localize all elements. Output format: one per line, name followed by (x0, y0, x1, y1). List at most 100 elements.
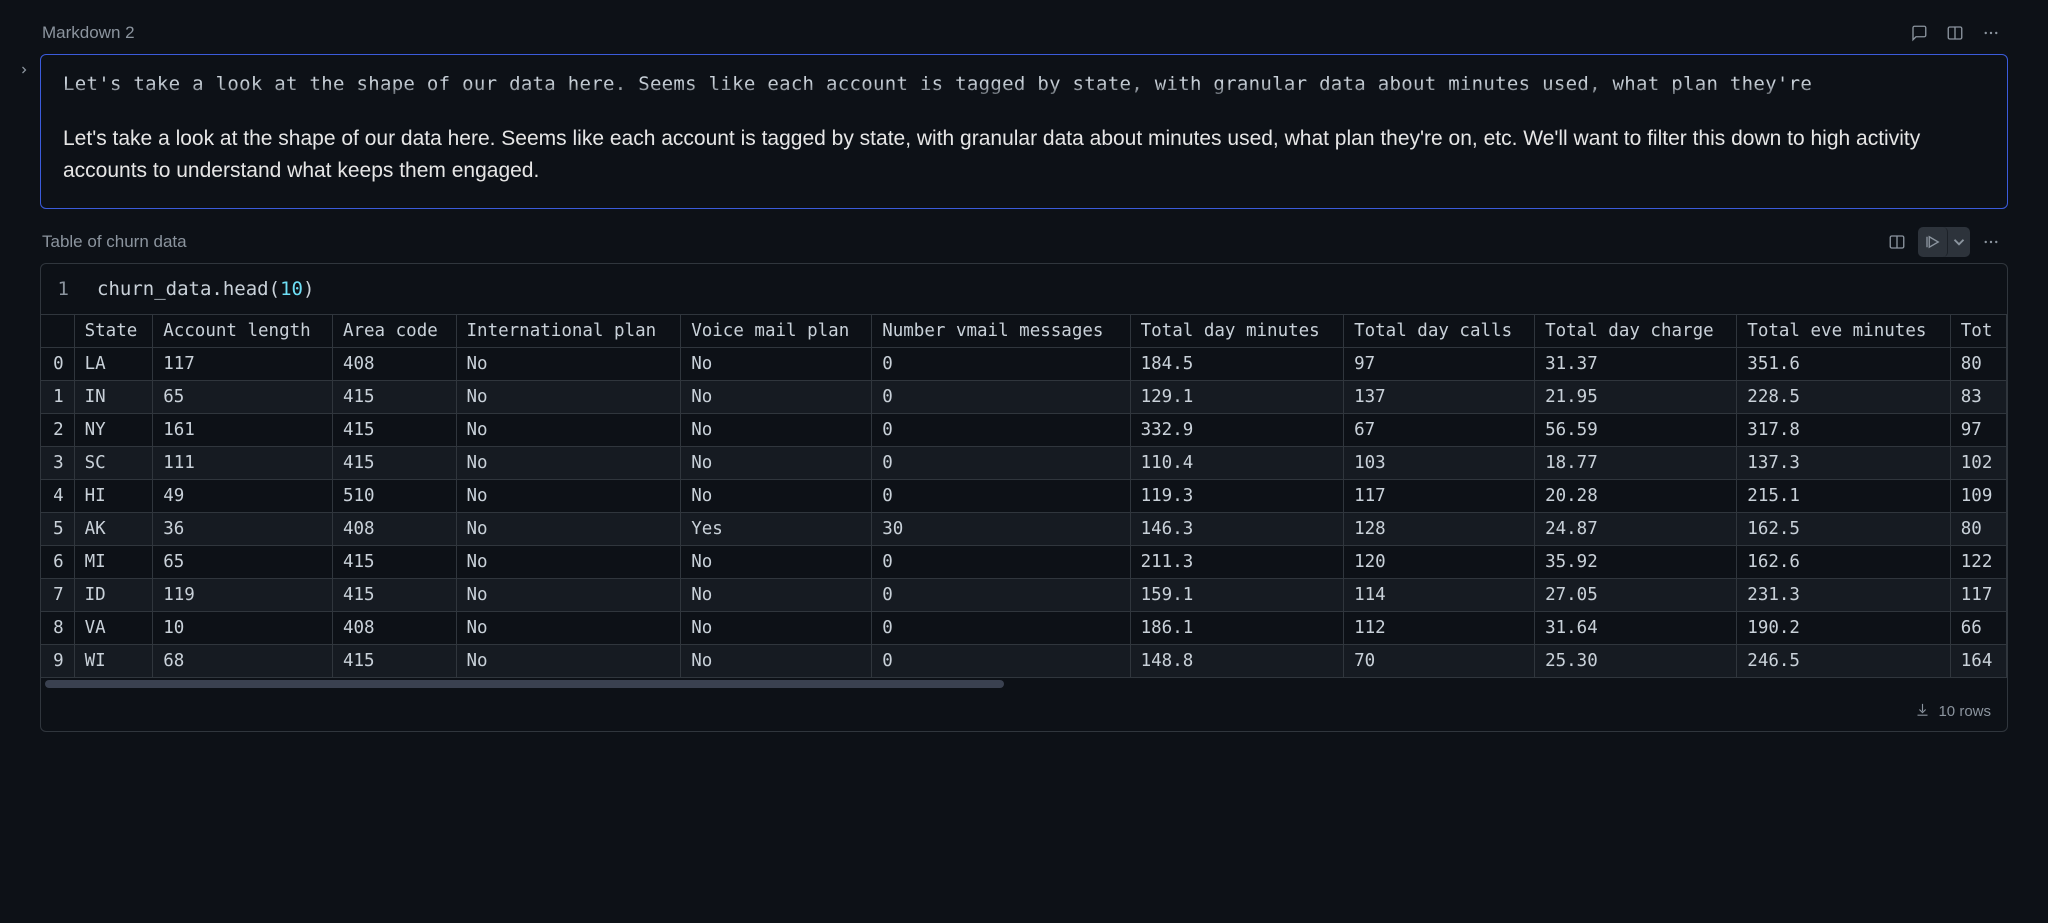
table-row: 4HI49510NoNo0119.311720.28215.1109 (41, 480, 2007, 513)
table-cell: No (681, 645, 872, 678)
table-cell: 0 (872, 480, 1130, 513)
table-cell: 122 (1950, 546, 2006, 579)
run-cell-button[interactable] (1918, 227, 1948, 257)
table-cell: 31.64 (1535, 612, 1737, 645)
table-cell: 161 (153, 414, 333, 447)
table-cell: 65 (153, 381, 333, 414)
table-corner (41, 315, 74, 348)
dataframe-footer: 10 rows (41, 694, 2007, 731)
table-cell: 415 (332, 414, 456, 447)
code-editor[interactable]: 1 churn_data.head(10) (41, 264, 2007, 314)
row-index: 2 (41, 414, 74, 447)
markdown-cell-body[interactable]: Let's take a look at the shape of our da… (40, 54, 2008, 209)
table-row: 9WI68415NoNo0148.87025.30246.5164 (41, 645, 2007, 678)
table-cell: No (456, 645, 681, 678)
column-header[interactable]: Total day charge (1535, 315, 1737, 348)
table-cell: 162.6 (1737, 546, 1950, 579)
table-cell: No (456, 579, 681, 612)
table-cell: 0 (872, 348, 1130, 381)
table-cell: IN (74, 381, 153, 414)
table-cell: 0 (872, 546, 1130, 579)
column-header[interactable]: Area code (332, 315, 456, 348)
table-cell: No (456, 546, 681, 579)
horizontal-scrollbar[interactable] (45, 680, 2003, 690)
table-cell: HI (74, 480, 153, 513)
more-menu-button[interactable] (1976, 227, 2006, 257)
column-header[interactable]: Total eve minutes (1737, 315, 1950, 348)
table-cell: No (681, 447, 872, 480)
table-cell: 10 (153, 612, 333, 645)
code-cell: Table of churn data (40, 223, 2008, 732)
row-count: 10 rows (1938, 703, 1991, 720)
scrollbar-thumb[interactable] (45, 680, 1004, 688)
table-cell: 66 (1950, 612, 2006, 645)
table-cell: 146.3 (1130, 513, 1343, 546)
column-header[interactable]: Account length (153, 315, 333, 348)
split-view-button[interactable] (1882, 227, 1912, 257)
run-menu-button[interactable] (1948, 227, 1970, 257)
table-cell: 415 (332, 381, 456, 414)
table-cell: 49 (153, 480, 333, 513)
table-cell: 80 (1950, 348, 2006, 381)
table-cell: ID (74, 579, 153, 612)
table-row: 5AK36408NoYes30146.312824.87162.580 (41, 513, 2007, 546)
column-header[interactable]: Total day calls (1344, 315, 1535, 348)
row-index: 6 (41, 546, 74, 579)
collapse-caret-icon[interactable] (18, 64, 30, 79)
table-cell: 184.5 (1130, 348, 1343, 381)
table-cell: 70 (1344, 645, 1535, 678)
table-cell: 103 (1344, 447, 1535, 480)
table-cell: 211.3 (1130, 546, 1343, 579)
table-cell: 120 (1344, 546, 1535, 579)
table-cell: 231.3 (1737, 579, 1950, 612)
markdown-cell: Markdown 2 Let's take a look at the shap… (40, 14, 2008, 209)
table-cell: No (681, 480, 872, 513)
table-cell: No (456, 513, 681, 546)
comment-button[interactable] (1904, 18, 1934, 48)
line-number: 1 (41, 278, 97, 300)
table-cell: LA (74, 348, 153, 381)
table-cell: No (681, 414, 872, 447)
table-cell: 31.37 (1535, 348, 1737, 381)
table-cell: 246.5 (1737, 645, 1950, 678)
table-cell: 117 (1950, 579, 2006, 612)
table-cell: 215.1 (1737, 480, 1950, 513)
table-cell: AK (74, 513, 153, 546)
table-cell: 408 (332, 513, 456, 546)
table-cell: 80 (1950, 513, 2006, 546)
markdown-source[interactable]: Let's take a look at the shape of our da… (41, 55, 2007, 105)
table-cell: 137.3 (1737, 447, 1950, 480)
table-cell: 114 (1344, 579, 1535, 612)
column-header[interactable]: Voice mail plan (681, 315, 872, 348)
split-view-button[interactable] (1940, 18, 1970, 48)
column-header[interactable]: Number vmail messages (872, 315, 1130, 348)
table-cell: 56.59 (1535, 414, 1737, 447)
table-cell: 415 (332, 645, 456, 678)
table-cell: 228.5 (1737, 381, 1950, 414)
table-cell: SC (74, 447, 153, 480)
download-icon[interactable] (1915, 702, 1930, 721)
table-cell: 415 (332, 579, 456, 612)
table-row: 3SC111415NoNo0110.410318.77137.3102 (41, 447, 2007, 480)
table-cell: 97 (1344, 348, 1535, 381)
table-cell: 351.6 (1737, 348, 1950, 381)
table-cell: 83 (1950, 381, 2006, 414)
table-cell: Yes (681, 513, 872, 546)
row-index: 1 (41, 381, 74, 414)
table-cell: 148.8 (1130, 645, 1343, 678)
column-header[interactable]: Tot (1950, 315, 2006, 348)
table-cell: 21.95 (1535, 381, 1737, 414)
table-row: 7ID119415NoNo0159.111427.05231.3117 (41, 579, 2007, 612)
table-cell: 36 (153, 513, 333, 546)
cell-toolbar (1882, 227, 2006, 257)
code-line[interactable]: churn_data.head(10) (97, 278, 314, 300)
table-cell: 18.77 (1535, 447, 1737, 480)
column-header[interactable]: International plan (456, 315, 681, 348)
more-menu-button[interactable] (1976, 18, 2006, 48)
column-header[interactable]: Total day minutes (1130, 315, 1343, 348)
row-index: 5 (41, 513, 74, 546)
table-cell: 0 (872, 645, 1130, 678)
table-cell: NY (74, 414, 153, 447)
table-cell: No (456, 348, 681, 381)
column-header[interactable]: State (74, 315, 153, 348)
